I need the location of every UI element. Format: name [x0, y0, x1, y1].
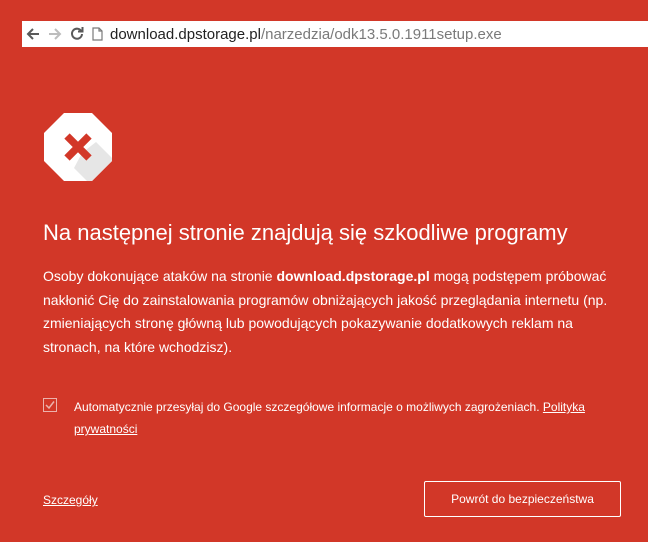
arrow-right-icon — [49, 28, 62, 40]
url-path: /narzedzia/odk13.5.0.1911setup.exe — [260, 25, 502, 43]
url-host: download.dpstorage.pl — [110, 25, 261, 43]
report-checkbox[interactable] — [43, 398, 57, 412]
arrow-left-icon — [26, 28, 39, 40]
page-title: Na następnej stronie znajdują się szkodl… — [43, 220, 568, 245]
browser-toolbar: download.dpstorage.pl/narzedzia/odk13.5.… — [0, 0, 648, 47]
report-text: Automatycznie przesyłaj do Google szczeg… — [74, 396, 623, 440]
report-label: Automatycznie przesyłaj do Google szczeg… — [74, 400, 540, 414]
warning-description: Osoby dokonujące ataków na stronie downl… — [43, 265, 628, 359]
address-bar-area: download.dpstorage.pl/narzedzia/odk13.5.… — [22, 21, 648, 47]
danger-x-icon — [44, 113, 112, 181]
forward-button[interactable] — [44, 21, 66, 47]
reload-button[interactable] — [66, 21, 88, 47]
back-button[interactable] — [22, 21, 44, 47]
url-field[interactable]: download.dpstorage.pl/narzedzia/odk13.5.… — [110, 26, 502, 43]
reload-icon — [71, 27, 84, 40]
details-link[interactable]: Szczegóły — [43, 493, 98, 507]
report-option: Automatycznie przesyłaj do Google szczeg… — [43, 396, 623, 440]
description-host: download.dpstorage.pl — [276, 268, 430, 284]
description-before: Osoby dokonujące ataków na stronie — [43, 268, 277, 284]
back-to-safety-button[interactable]: Powrót do bezpieczeństwa — [424, 481, 621, 517]
checkmark-icon — [45, 401, 55, 410]
page-icon — [90, 21, 104, 47]
